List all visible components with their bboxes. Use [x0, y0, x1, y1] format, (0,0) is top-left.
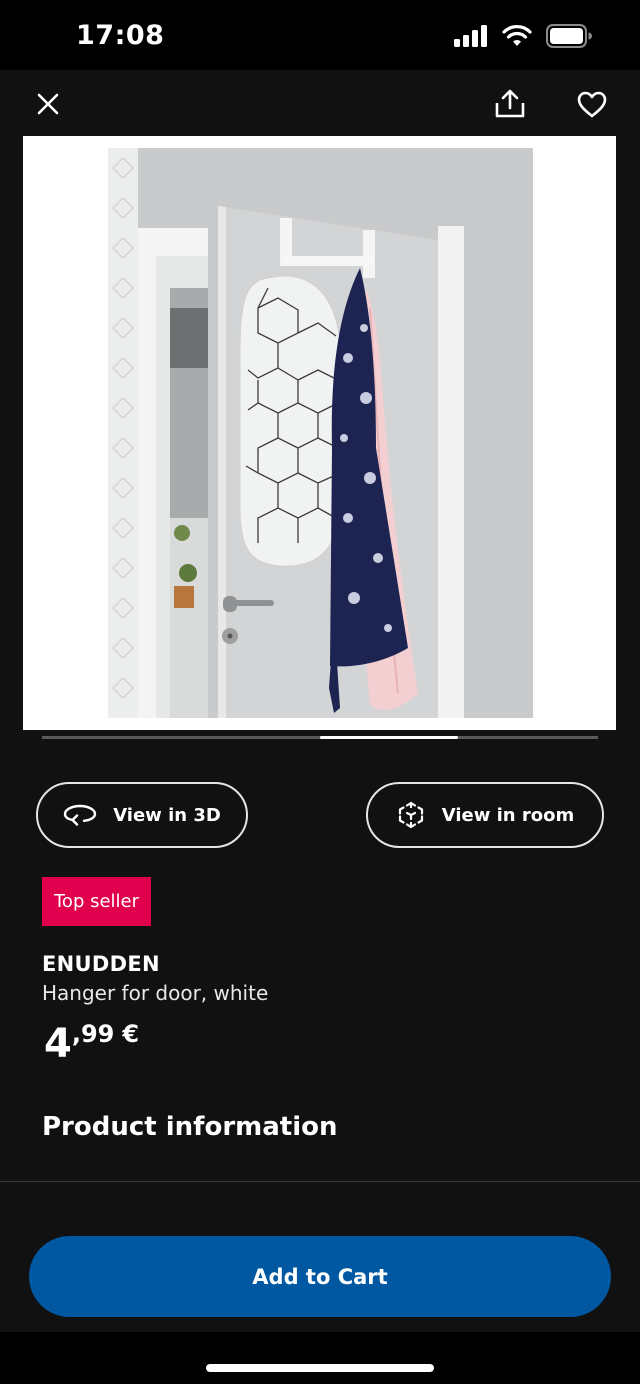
favourite-button[interactable]: [572, 84, 612, 124]
carousel-indicator: [42, 736, 598, 739]
price-decimals: ,99: [71, 1020, 115, 1048]
status-time: 17:08: [76, 20, 165, 51]
view-in-room-button[interactable]: View in room: [366, 782, 604, 848]
add-to-cart-label: Add to Cart: [252, 1264, 388, 1289]
wifi-icon: [502, 25, 532, 51]
signal-icon: [454, 25, 488, 51]
product-page: View in 3D View in room Top seller ENUDD…: [0, 70, 640, 1332]
ar-cube-icon: [398, 801, 423, 829]
product-information-heading[interactable]: Product information: [42, 1112, 338, 1142]
close-button[interactable]: [30, 86, 66, 122]
rotate-3d-icon: [63, 804, 97, 826]
close-icon: [37, 93, 59, 115]
heart-icon: [577, 91, 607, 117]
share-icon: [495, 89, 525, 118]
view-in-3d-button[interactable]: View in 3D: [36, 782, 248, 848]
product-image-frame[interactable]: [23, 136, 616, 730]
divider: [0, 1181, 640, 1182]
price-currency: €: [122, 1020, 140, 1048]
share-button[interactable]: [490, 84, 530, 124]
carousel-current-position: [320, 736, 458, 739]
product-photo: [108, 148, 533, 718]
status-bar: 17:08: [0, 0, 640, 70]
add-to-cart-button[interactable]: Add to Cart: [29, 1236, 611, 1317]
view-in-3d-label: View in 3D: [113, 804, 221, 826]
product-price: 4 ,99 €: [44, 1016, 139, 1064]
home-indicator-area: [0, 1332, 640, 1384]
price-main: 4: [44, 1021, 72, 1067]
product-description: Hanger for door, white: [42, 981, 269, 1005]
battery-icon: [546, 24, 592, 52]
view-in-room-label: View in room: [441, 804, 575, 826]
product-name: ENUDDEN: [42, 952, 160, 976]
top-bar: [0, 70, 640, 136]
status-icons: [454, 24, 592, 52]
top-seller-badge: Top seller: [42, 877, 152, 926]
home-indicator[interactable]: [206, 1364, 434, 1372]
